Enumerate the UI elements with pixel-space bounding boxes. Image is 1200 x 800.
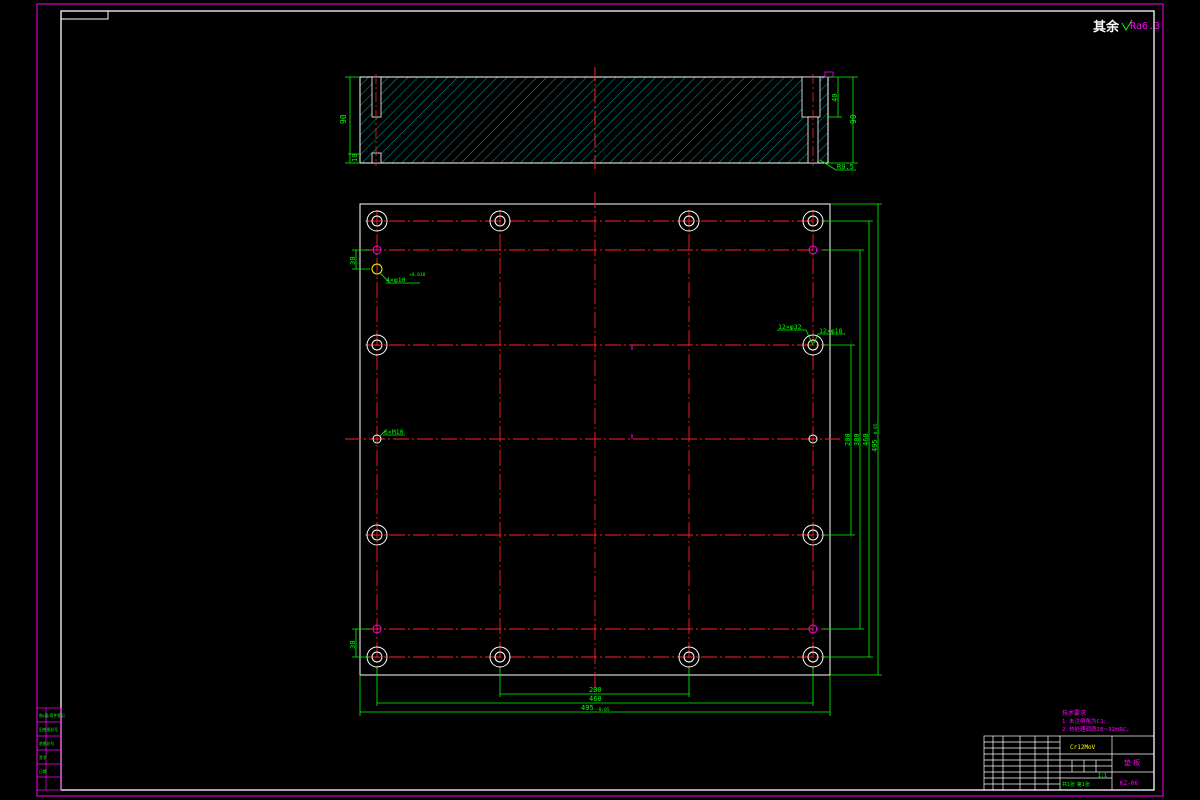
title-material: Cr12MoV xyxy=(1070,744,1096,751)
hole-pattern-centerlines xyxy=(345,192,840,688)
section-bottom-dim: 10 xyxy=(351,154,359,162)
left-dimension-lines xyxy=(352,249,370,658)
tech-notes-line2: 2. 热处理调质28~32HRC。 xyxy=(1062,725,1132,733)
dim-bottom-outer: 495 xyxy=(581,704,594,712)
dim-right-mid2: 460 xyxy=(862,433,870,446)
binding-label-2: 旧底图总号 xyxy=(39,727,58,732)
binding-label-4: 签字 xyxy=(39,755,47,760)
dim-bottom-inner: 200 xyxy=(589,686,602,694)
section-slot-dim-text: 40 xyxy=(831,94,839,102)
section-marker xyxy=(824,71,834,78)
dim-bottom-mid: 460 xyxy=(589,695,602,703)
surface-finish-prefix: 其余 xyxy=(1093,19,1120,35)
binding-label-1: 借(通)用件登记 xyxy=(39,713,65,718)
section-height-right: 90 xyxy=(849,114,858,124)
surface-finish-value: Ra6.3 xyxy=(1130,21,1160,32)
dim-right-outer: 495 xyxy=(871,439,879,452)
section-right-pocket xyxy=(801,76,821,118)
title-drawing-number: KZ-06 xyxy=(1120,780,1138,787)
dim-bottom-outer-tol: -0.05 xyxy=(596,707,610,713)
section-left-bottom-hole xyxy=(371,152,382,164)
title-part-name: 垫 板 xyxy=(1124,758,1140,767)
plan-view: 4×φ10 +0.018 6×M10 12×φ32 12×φ18 200 460… xyxy=(345,192,882,716)
tech-notes-line1: 1. 未注倒角为C1; xyxy=(1062,717,1106,725)
binding-column: 借(通)用件登记 旧底图总号 底图总号 签字 日期 xyxy=(36,707,65,791)
dim-right-inner: 200 xyxy=(844,433,852,446)
section-hatch xyxy=(360,77,828,163)
dim-left-top: 30 xyxy=(349,257,357,265)
section-height-left: 90 xyxy=(339,114,348,124)
counterbore-callout-a: 12×φ32 xyxy=(778,323,802,331)
pin-hole-tolerance: +0.018 xyxy=(409,272,426,278)
section-view: 90 10 90 40 R0.5 xyxy=(339,67,858,172)
title-scale: 1:1 xyxy=(1098,773,1107,779)
section-left-hole xyxy=(371,76,382,118)
binding-label-3: 底图总号 xyxy=(39,741,54,746)
dim-left-bottom: 30 xyxy=(349,641,357,649)
dim-right-mid: 380 xyxy=(853,433,861,446)
thread-hole-callout: 6×M10 xyxy=(384,428,404,436)
binding-label-5: 日期 xyxy=(39,769,47,774)
cad-drawing: 其余 Ra6.3 90 10 90 40 R0.5 4×φ10 +0.018 6… xyxy=(36,3,1164,797)
tech-notes-title: 技术要求 xyxy=(1062,709,1086,717)
pin-hole-callout: 4×φ10 xyxy=(386,276,406,284)
section-radius: R0.5 xyxy=(837,163,854,171)
title-sheet: 共1张 第1张 xyxy=(1062,781,1090,788)
technical-notes: 技术要求 1. 未注倒角为C1; 2. 热处理调质28~32HRC。 xyxy=(1062,709,1132,733)
counterbore-callout-b: 12×φ18 xyxy=(819,327,843,335)
dim-right-outer-tol: -0.05 xyxy=(873,423,879,437)
frame-corner-tab xyxy=(60,10,109,20)
